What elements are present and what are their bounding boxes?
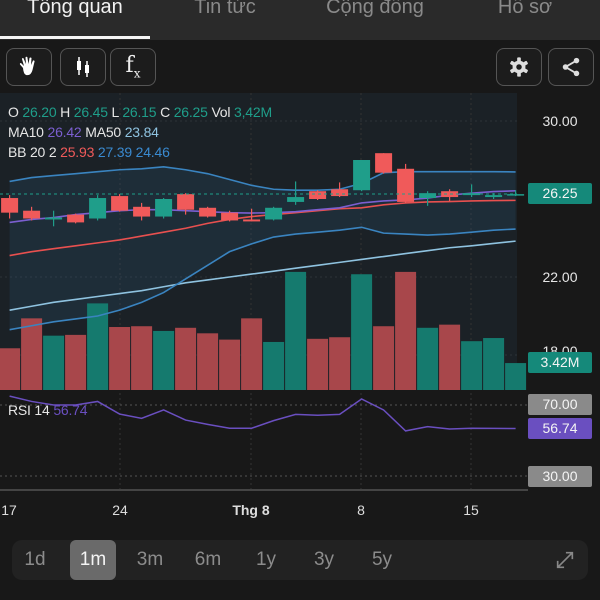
candle [155,198,173,219]
price-tick: 22.00 [542,269,578,285]
volume-bar [373,326,395,390]
ohlc-legend: O 26.20 H 26.45 L 26.15 C 26.25 Vol 3,42… [8,104,272,120]
volume-bar [241,318,263,390]
volume-bar [351,274,373,390]
candle-body [353,160,371,191]
volume-bar [417,327,439,390]
volume-bar [43,335,65,390]
volume-bar [307,338,329,390]
volume-bar [483,338,505,390]
candle-body [331,189,349,197]
range-3y[interactable]: 3y [301,540,347,580]
volume-bar [175,327,197,390]
fullscreen-button[interactable] [542,540,588,580]
candle [397,163,415,203]
candle-body [199,207,217,217]
candle-body [265,207,283,220]
volume-bar [131,326,153,390]
candle-body [155,199,173,217]
candle-body [397,168,415,202]
range-5y[interactable]: 5y [359,540,405,580]
rsi-upper-badge: 70.00 [528,394,592,415]
volume-bar [461,341,483,390]
candle [199,206,217,218]
candle-body [485,195,503,198]
price-tick: 30.00 [542,113,578,129]
volume-bar [109,327,131,390]
candle [375,153,393,174]
candle-body [1,198,19,213]
candle-body [441,191,459,198]
candle-body [111,196,129,211]
volume-bar [285,271,307,390]
last-volume-badge: 3.42M [528,352,592,373]
range-1d[interactable]: 1d [12,540,58,580]
candle [89,195,107,221]
candle [309,190,327,200]
date-label: 17 [1,502,17,518]
candle [265,206,283,221]
candle-body [309,191,327,199]
range-3m[interactable]: 3m [127,540,173,580]
date-label: 8 [357,502,365,518]
last-price-badge: 26.25 [528,183,592,204]
candle-body [67,214,85,223]
volume-bar [0,348,21,390]
volume-bar [505,363,527,390]
rsi-lower-badge: 30.00 [528,466,592,487]
rsi-legend: RSI 14 56.74 [8,402,88,418]
candle-body [177,194,195,210]
candle [353,160,371,192]
candle [111,194,129,212]
range-6m[interactable]: 6m [185,540,231,580]
candle-body [45,217,63,220]
range-1y[interactable]: 1y [243,540,289,580]
candle-body [287,197,305,202]
bb-legend: BB 20 2 25.93 27.39 24.46 [8,144,170,160]
candle-body [89,198,107,219]
candle-body [375,153,393,173]
expand-icon [556,551,574,569]
volume-bar [219,339,241,390]
volume-bar [21,318,43,390]
volume-bar [263,341,285,390]
date-label: 24 [112,502,128,518]
rsi-value-badge: 56.74 [528,418,592,439]
candle-body [243,219,261,222]
range-1m[interactable]: 1m [70,540,116,580]
candle-body [23,210,41,219]
volume-bar [153,330,175,390]
candle [67,213,85,224]
date-label: 15 [463,502,479,518]
date-label: Thg 8 [232,502,270,518]
volume-bar [439,324,461,390]
volume-bar [329,337,351,390]
volume-bar [395,271,417,390]
candle-body [507,194,525,196]
price-chart[interactable] [0,0,600,600]
candle-body [221,212,239,221]
volume-bar [197,333,219,390]
ma-legend: MA10 26.42 MA50 23.84 [8,124,159,140]
candle-body [133,206,151,217]
volume-bar [65,334,87,390]
candle-body [463,193,481,196]
range-selector: 1d 1m 3m 6m 1y 3y 5y [12,540,588,580]
